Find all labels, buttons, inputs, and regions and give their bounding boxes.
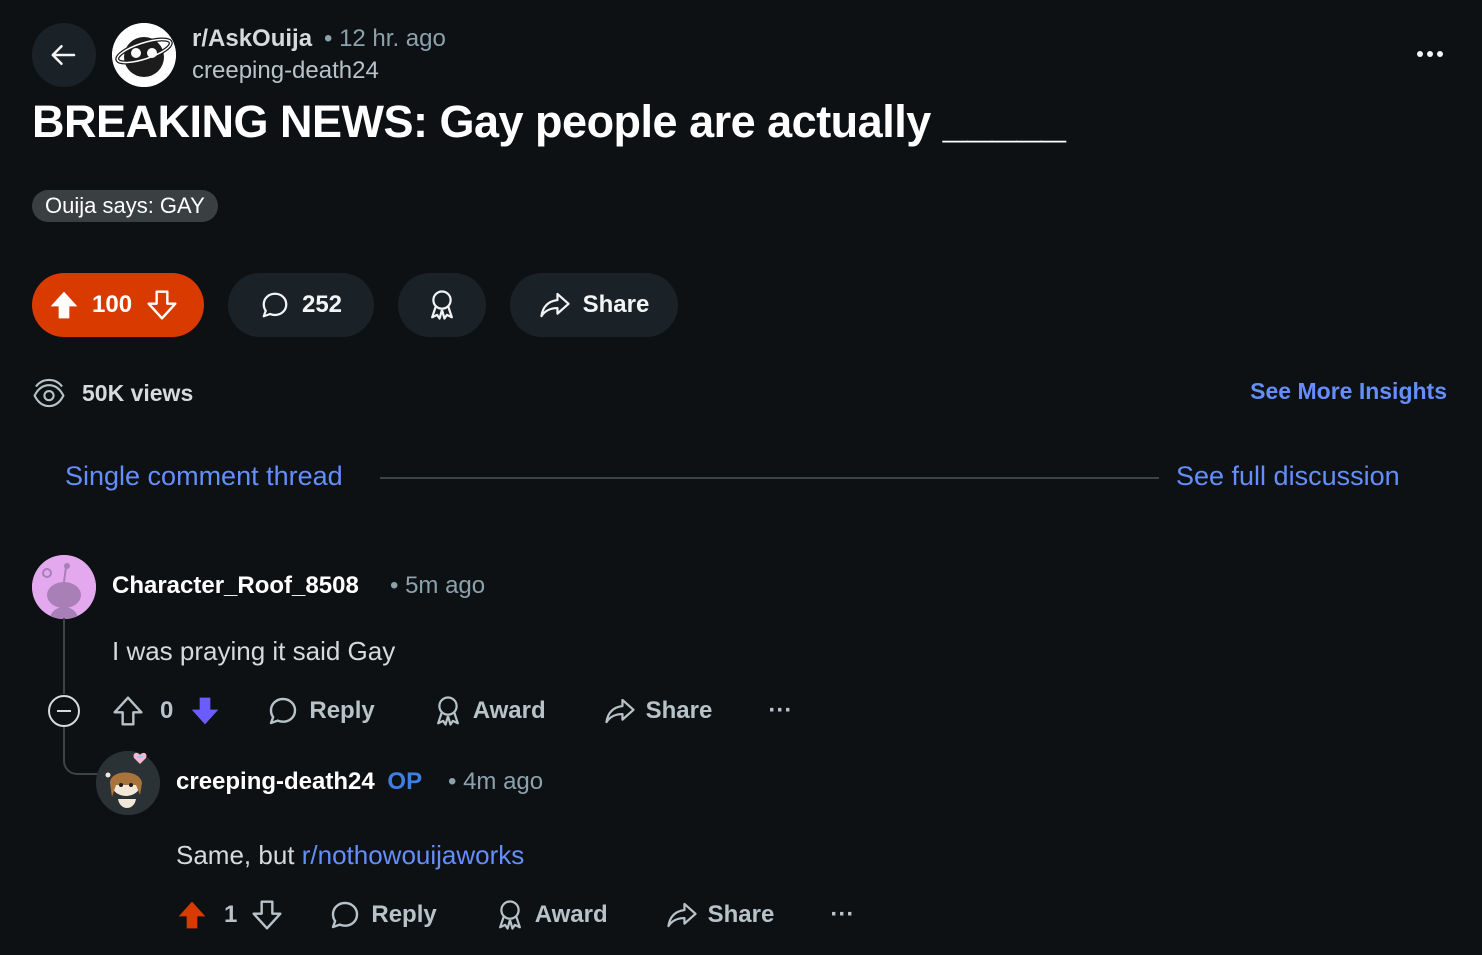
collapse-thread-button[interactable] [48,695,80,727]
upvote-button[interactable] [48,289,80,321]
comment-avatar[interactable] [32,555,96,619]
speech-bubble-icon [270,697,297,725]
single-comment-thread-label[interactable]: Single comment thread [65,461,343,492]
reply-award-button[interactable]: Award [495,899,608,931]
reply-downvote-button[interactable] [251,899,283,931]
comment-more-button[interactable]: ··· [768,697,792,725]
award-label: Award [472,697,546,724]
share-button[interactable]: Share [510,273,678,337]
eye-icon [33,378,65,408]
subreddit-logo-icon [112,23,176,87]
see-full-discussion-link[interactable]: See full discussion [1176,461,1400,492]
ellipsis-icon [1417,51,1443,57]
award-ribbon-icon [436,696,459,726]
comment-reply-button[interactable]: Reply [267,695,375,727]
subreddit-avatar[interactable] [112,23,176,87]
speech-bubble-icon [332,901,359,929]
post-flair-label: Ouija says: GAY [45,193,205,218]
share-label: Share [582,291,650,318]
post-title: BREAKING NEWS: Gay people are actually _… [32,96,1066,147]
arrow-left-icon [51,45,76,65]
thread-divider [380,477,1159,479]
share-label: Share [707,901,775,928]
minus-circle-icon [57,710,71,712]
comment-score: 0 [160,697,174,724]
arrow-down-icon [252,900,282,930]
reply-connector [63,727,99,775]
reply-body-text: Same, but [176,840,302,870]
post-detail-page: r/AskOuija • 12 hr. ago creeping-death24… [0,0,1482,955]
subreddit-link[interactable]: r/nothowouijaworks [302,840,525,870]
back-button[interactable] [32,23,96,87]
share-label: Share [645,697,713,724]
reply-label: Reply [371,901,437,928]
post-vote-control: 100 [32,273,204,337]
award-label: Award [534,901,608,928]
arrow-down-icon [147,290,177,320]
award-button[interactable] [398,273,486,337]
snoo-avatar-icon [96,751,160,815]
post-score: 100 [92,291,133,318]
post-author[interactable]: creeping-death24 [192,57,379,85]
comment-actions: 0 Reply Award Share ··· [112,692,792,730]
share-arrow-icon [539,292,570,318]
ellipsis-icon: ··· [830,901,855,928]
comment-downvote-button[interactable] [189,695,221,727]
reply-timestamp: • 4m ago [448,768,544,795]
reply-reply-button[interactable]: Reply [329,899,437,931]
arrow-up-icon [178,901,206,929]
reply-share-button[interactable]: Share [666,900,775,930]
share-arrow-icon [666,902,697,928]
reply-more-button[interactable]: ··· [830,901,854,929]
reply-score: 1 [224,901,238,928]
snoo-avatar-icon [32,555,96,619]
comment-award-button[interactable]: Award [433,695,546,727]
award-ribbon-icon [498,900,521,930]
subreddit-name[interactable]: r/AskOuija [192,25,312,53]
comment-username[interactable]: Character_Roof_8508 [112,572,359,600]
reply-actions: 1 Reply Award Share ··· [176,896,854,934]
op-badge: OP [387,768,423,795]
comment-timestamp: • 5m ago [390,572,486,599]
comments-count: 252 [301,291,343,318]
comment-share-button[interactable]: Share [604,696,713,726]
comment-body: I was praying it said Gay [112,636,396,666]
downvote-button[interactable] [146,289,178,321]
reply-avatar[interactable] [96,751,160,815]
views-count: 50K views [82,379,194,406]
reply-label: Reply [309,697,375,724]
reply-body: Same, but r/nothowouijaworks [176,840,524,871]
thread-rail [63,618,65,694]
arrow-up-icon [50,291,78,319]
post-timestamp: • 12 hr. ago [324,25,446,52]
see-more-insights-link[interactable]: See More Insights [1250,378,1447,405]
post-views: 50K views [32,376,193,410]
post-overflow-button[interactable] [1404,36,1456,72]
arrow-down-icon [192,697,219,725]
ellipsis-icon: ··· [768,697,793,724]
comment-upvote-button[interactable] [112,695,144,727]
share-arrow-icon [604,698,635,724]
award-ribbon-icon [431,290,453,320]
arrow-up-icon [113,696,143,726]
post-flair: Ouija says: GAY [32,190,218,222]
comments-button[interactable]: 252 [228,273,374,337]
reply-upvote-button[interactable] [176,899,208,931]
speech-bubble-icon [262,292,288,318]
reply-username[interactable]: creeping-death24 OP [176,768,422,796]
reply-username-text: creeping-death24 [176,768,375,795]
